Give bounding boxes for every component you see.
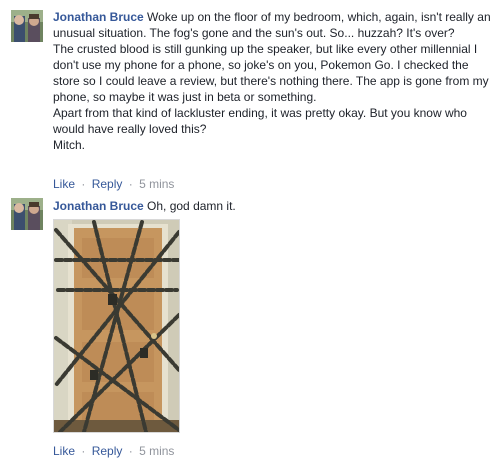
like-link[interactable]: Like bbox=[53, 177, 75, 191]
comment-text: The crusted blood is still gunking up th… bbox=[53, 42, 489, 104]
separator: · bbox=[81, 444, 86, 458]
comment-body: Jonathan Bruce Woke up on the floor of m… bbox=[53, 9, 493, 153]
comment-actions: Like · Reply · 5 mins bbox=[53, 443, 174, 459]
comment-text: Oh, god damn it. bbox=[147, 199, 236, 213]
timestamp[interactable]: 5 mins bbox=[139, 177, 174, 191]
timestamp[interactable]: 5 mins bbox=[139, 444, 174, 458]
avatar[interactable] bbox=[11, 10, 43, 42]
separator: · bbox=[81, 177, 86, 191]
comment-text: Mitch. bbox=[53, 138, 86, 152]
comment-author-link[interactable]: Jonathan Bruce bbox=[53, 10, 144, 24]
separator: · bbox=[128, 444, 133, 458]
reply-link[interactable]: Reply bbox=[92, 444, 123, 458]
comment-text: Apart from that kind of lackluster endin… bbox=[53, 106, 467, 136]
separator: · bbox=[128, 177, 133, 191]
comment-author-link[interactable]: Jonathan Bruce bbox=[53, 199, 144, 213]
avatar[interactable] bbox=[11, 198, 43, 230]
comment-actions: Like · Reply · 5 mins bbox=[53, 176, 174, 192]
comment-body: Jonathan Bruce Oh, god damn it. bbox=[53, 198, 493, 214]
reply-link[interactable]: Reply bbox=[92, 177, 123, 191]
comment-photo-attachment[interactable] bbox=[53, 219, 180, 433]
like-link[interactable]: Like bbox=[53, 444, 75, 458]
